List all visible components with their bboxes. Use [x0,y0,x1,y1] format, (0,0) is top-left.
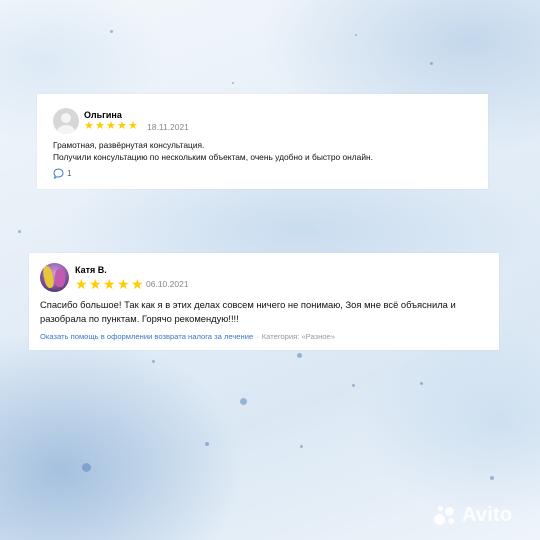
background-speck [18,230,21,233]
background-speck [297,353,302,358]
background-speck [300,445,303,448]
avatar-photo-shape [41,265,56,289]
review-text: Грамотная, развёрнутая консультация. Пол… [53,139,373,163]
background-speck [430,62,433,65]
review-author[interactable]: Катя В. [75,265,107,275]
service-link[interactable]: Оказать помощь в оформлении возврата нал… [40,332,253,341]
review-card: Ольгина ★ ★ ★ ★ ★ 18.11.2021 Грамотная, … [37,94,488,189]
avatar[interactable] [40,263,69,292]
background-speck [420,382,423,385]
background-speck [110,30,113,33]
star-rating: ★ ★ ★ ★ ★ [75,276,144,292]
review-date: 18.11.2021 [147,122,189,132]
comment-icon [53,168,64,179]
comment-count: 1 [67,169,72,178]
background-speck [232,82,234,84]
category-label: Категория: «Разное» [261,332,335,341]
star-icon: ★ [89,276,102,292]
review-text-line: Спасибо большое! Так как я в этих делах … [40,299,456,310]
star-icon: ★ [117,120,127,132]
background-speck [240,398,247,405]
star-icon: ★ [128,120,138,132]
star-icon: ★ [106,120,116,132]
avito-watermark: Avito [433,503,512,527]
avatar[interactable] [53,108,79,134]
star-icon: ★ [84,120,94,132]
review-card: Катя В. ★ ★ ★ ★ ★ 06.10.2021 Спасибо бол… [29,253,499,350]
star-icon: ★ [103,276,116,292]
review-text-line: Получили консультацию по нескольким объе… [53,152,373,162]
separator: · [256,332,259,341]
background-speck [82,463,91,472]
review-text-line: разобрала по пунктам. Горячо рекомендую!… [40,313,239,324]
review-text-line: Грамотная, развёрнутая консультация. [53,140,205,150]
review-date: 06.10.2021 [146,279,189,289]
star-icon: ★ [131,276,144,292]
avito-logo-icon [433,503,457,527]
star-icon: ★ [75,276,88,292]
background-speck [355,34,357,36]
star-rating: ★ ★ ★ ★ ★ [84,120,138,132]
service-info: Оказать помощь в оформлении возврата нал… [40,332,335,341]
star-icon: ★ [117,276,130,292]
avatar-photo-shape [55,269,65,287]
review-author[interactable]: Ольгина [84,110,122,120]
comments-button[interactable]: 1 [53,168,71,179]
avatar-head-shape [61,113,71,123]
background-speck [152,360,155,363]
background-speck [352,384,355,387]
avito-wordmark: Avito [462,503,513,526]
background-speck [205,442,209,446]
background-speck [490,476,494,480]
star-icon: ★ [95,120,105,132]
review-text: Спасибо большое! Так как я в этих делах … [40,298,456,326]
avatar-body-shape [57,125,75,134]
